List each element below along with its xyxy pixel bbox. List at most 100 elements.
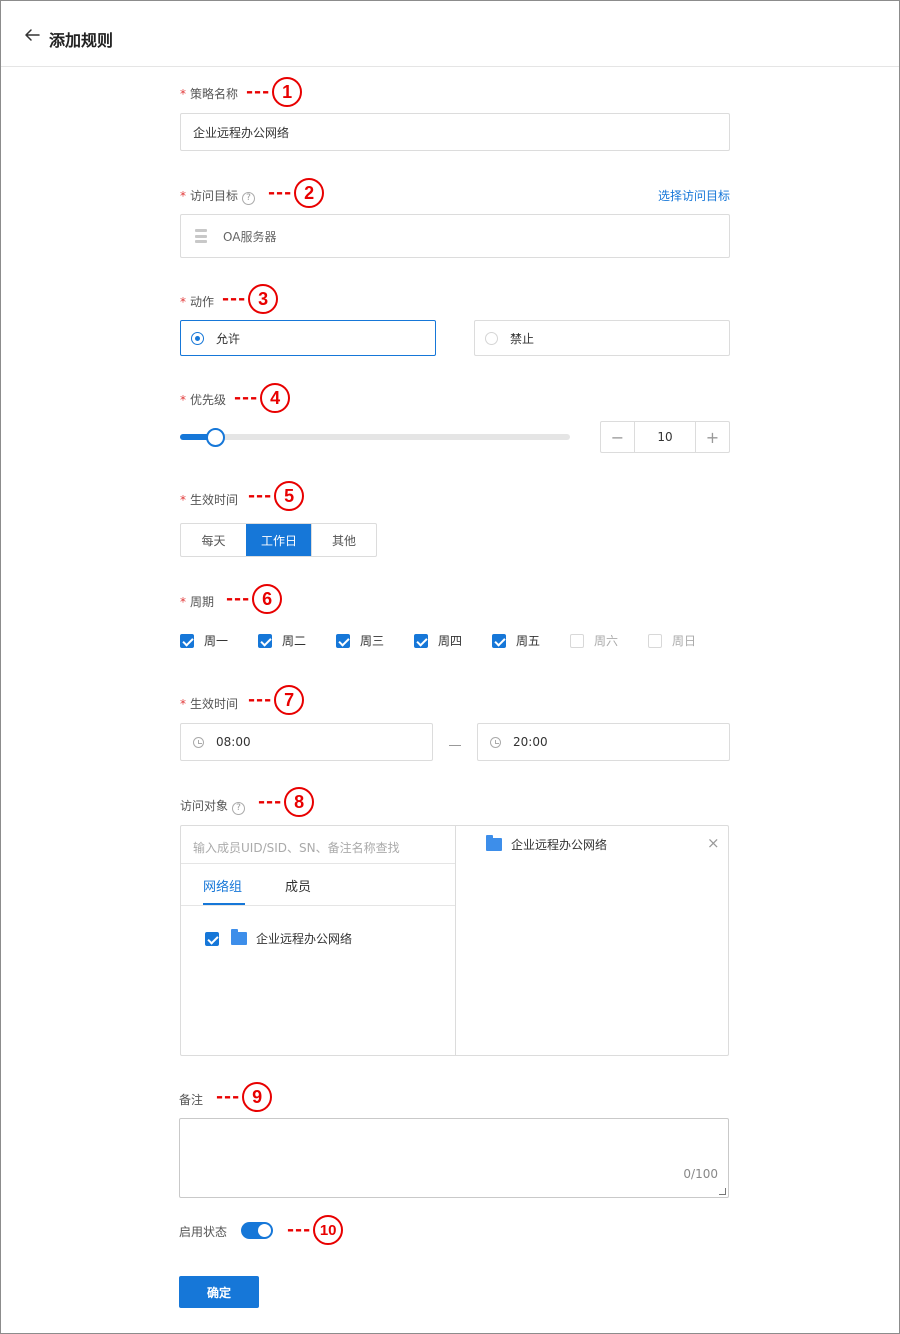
checkbox-empty-icon (570, 633, 584, 648)
effective-type-label: * 生效时间 (180, 491, 238, 508)
priority-label-text: 优先级 (190, 393, 227, 407)
tab-network-group[interactable]: 网络组 (203, 876, 242, 895)
day-mon[interactable]: 周一 (180, 632, 258, 649)
annotation-number: 8 (284, 787, 315, 817)
effective-type-segmented: 每天 工作日 其他 (180, 523, 377, 557)
submit-button[interactable]: 确定 (179, 1276, 259, 1308)
required-mark: * (180, 595, 186, 609)
end-time-input[interactable]: 20:00 (477, 723, 730, 761)
back-arrow-icon[interactable] (23, 27, 41, 43)
day-label: 周五 (516, 634, 541, 648)
annotation-dash: --- (258, 792, 283, 812)
annotation-10: --- 10 (287, 1213, 344, 1247)
policy-name-label-text: 策略名称 (190, 87, 239, 101)
source-item-label: 企业远程办公网络 (256, 932, 353, 946)
start-time-input[interactable]: 08:00 (180, 723, 433, 761)
access-object-label: 访问对象? (180, 797, 246, 815)
action-option-label: 允许 (216, 331, 241, 346)
required-mark: * (180, 87, 186, 101)
annotation-dash: --- (234, 388, 259, 408)
action-option-deny[interactable]: 禁止 (474, 320, 730, 356)
effective-time-label: * 生效时间 (180, 695, 238, 712)
checkbox-checked-icon (414, 633, 428, 648)
day-label: 周一 (204, 634, 229, 648)
source-list-item[interactable]: 企业远程办公网络 (205, 929, 353, 947)
action-label-text: 动作 (190, 295, 215, 309)
action-option-label: 禁止 (510, 331, 535, 346)
checkbox-checked-icon (336, 633, 350, 648)
annotation-9: --- 9 (216, 1080, 273, 1114)
member-search-input[interactable]: 输入成员UID/SID、SN、备注名称查找 (193, 839, 400, 856)
status-toggle[interactable] (241, 1222, 273, 1239)
action-option-allow[interactable]: 允许 (180, 320, 436, 356)
access-object-transfer: 输入成员UID/SID、SN、备注名称查找 网络组 成员 企业远程办公网络 企业… (180, 825, 729, 1056)
day-wed[interactable]: 周三 (336, 632, 414, 649)
transfer-source-panel: 输入成员UID/SID、SN、备注名称查找 网络组 成员 企业远程办公网络 (181, 826, 456, 1055)
annotation-number: 7 (274, 685, 305, 715)
annotation-dash: --- (248, 690, 273, 710)
clock-icon (490, 736, 501, 748)
annotation-7: --- 7 (248, 683, 305, 717)
required-mark: * (180, 295, 186, 309)
day-sat[interactable]: 周六 (570, 632, 648, 649)
increment-button[interactable]: + (696, 422, 729, 452)
annotation-number: 4 (260, 383, 291, 413)
priority-value[interactable]: 10 (634, 422, 696, 452)
annotation-number: 6 (252, 584, 283, 614)
day-label: 周三 (360, 634, 385, 648)
priority-slider[interactable] (180, 434, 570, 440)
clock-icon (193, 736, 204, 748)
annotation-2: --- 2 (268, 176, 325, 210)
decrement-button[interactable]: − (601, 422, 634, 452)
required-mark: * (180, 697, 186, 711)
checkbox-empty-icon (648, 633, 662, 648)
annotation-8: --- 8 (258, 785, 315, 819)
policy-name-input[interactable]: 企业远程办公网络 (180, 113, 730, 151)
help-icon[interactable]: ? (242, 192, 256, 205)
checkbox-checked-icon (492, 633, 506, 648)
priority-slider-handle[interactable] (206, 428, 225, 447)
page-title: 添加规则 (49, 31, 114, 50)
remark-textarea[interactable]: 0/100 (179, 1118, 729, 1198)
required-mark: * (180, 393, 186, 407)
remark-label: 备注 (179, 1093, 204, 1107)
annotation-5: --- 5 (248, 479, 305, 513)
resize-handle-icon[interactable] (719, 1188, 726, 1195)
segment-other[interactable]: 其他 (311, 524, 376, 556)
annotation-1: --- 1 (246, 75, 303, 109)
remove-selected-icon[interactable]: × (707, 834, 720, 852)
annotation-dash: --- (287, 1220, 312, 1240)
radio-empty-icon (485, 331, 498, 345)
annotation-dash: --- (268, 183, 293, 203)
segment-workday[interactable]: 工作日 (246, 524, 311, 556)
select-target-link[interactable]: 选择访问目标 (658, 187, 730, 204)
period-days: 周一 周二 周三 周四 周五 周六 周日 (180, 632, 726, 649)
period-label: * 周期 (180, 593, 214, 610)
server-icon (195, 229, 207, 243)
day-fri[interactable]: 周五 (492, 632, 570, 649)
range-separator (449, 745, 461, 746)
end-time-value: 20:00 (513, 735, 548, 749)
radio-selected-icon (191, 331, 204, 345)
checkbox-checked-icon (205, 931, 219, 946)
transfer-tabs: 网络组 成员 (181, 863, 455, 906)
annotation-3: --- 3 (222, 282, 279, 316)
policy-name-label: * 策略名称 (180, 85, 238, 102)
segment-daily[interactable]: 每天 (181, 524, 246, 556)
tab-members[interactable]: 成员 (285, 876, 311, 895)
day-tue[interactable]: 周二 (258, 632, 336, 649)
annotation-number: 10 (313, 1215, 344, 1245)
annotation-6: --- 6 (226, 582, 283, 616)
annotation-dash: --- (216, 1087, 241, 1107)
required-mark: * (180, 189, 186, 203)
access-object-label-text: 访问对象 (180, 799, 229, 813)
day-thu[interactable]: 周四 (414, 632, 492, 649)
help-icon[interactable]: ? (232, 802, 246, 815)
target-field[interactable]: OA服务器 (180, 214, 730, 258)
policy-name-value: 企业远程办公网络 (193, 125, 290, 140)
annotation-dash: --- (248, 486, 273, 506)
action-label: * 动作 (180, 293, 214, 310)
target-label: * 访问目标? (180, 187, 256, 205)
day-sun[interactable]: 周日 (648, 632, 726, 649)
annotation-dash: --- (222, 289, 247, 309)
